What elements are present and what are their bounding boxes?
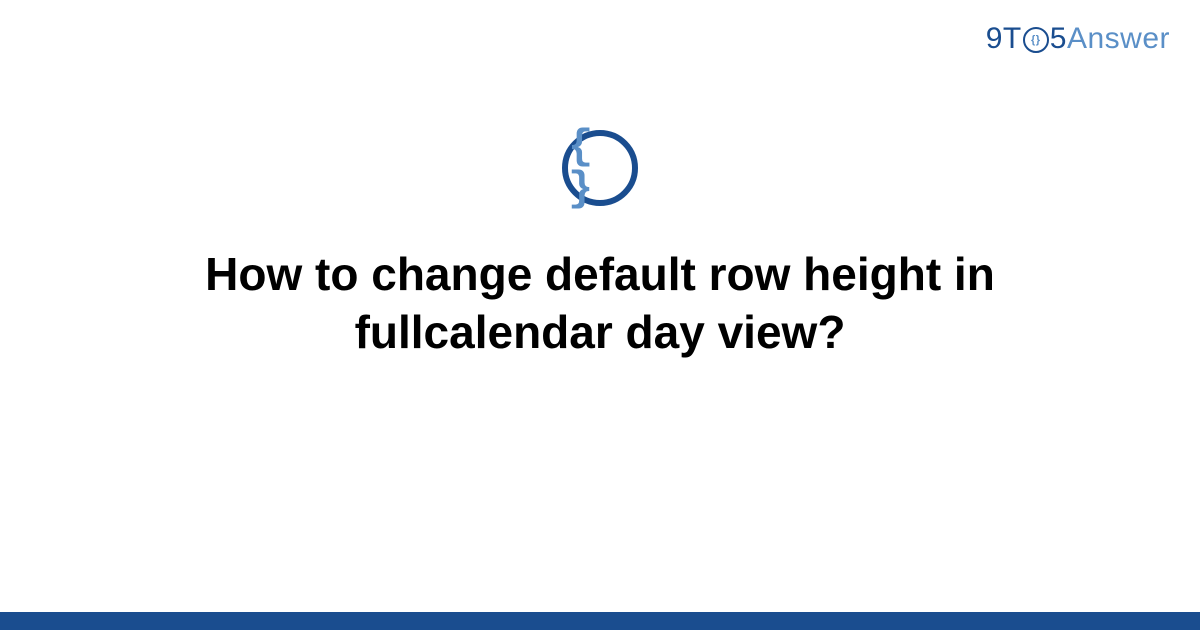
footer-accent-bar [0,612,1200,630]
logo-text-5: 5 [1050,22,1067,56]
site-logo: 9T {} 5 Answer [986,22,1170,56]
question-title: How to change default row height in full… [120,246,1080,361]
logo-circle-inner: {} [1031,35,1041,46]
logo-circle-icon: {} [1023,27,1049,53]
braces-icon: { } [568,126,632,210]
main-content: { } How to change default row height in … [0,130,1200,361]
logo-text-9t: 9T [986,22,1022,56]
logo-text-answer: Answer [1067,22,1170,56]
category-code-icon: { } [562,130,638,206]
